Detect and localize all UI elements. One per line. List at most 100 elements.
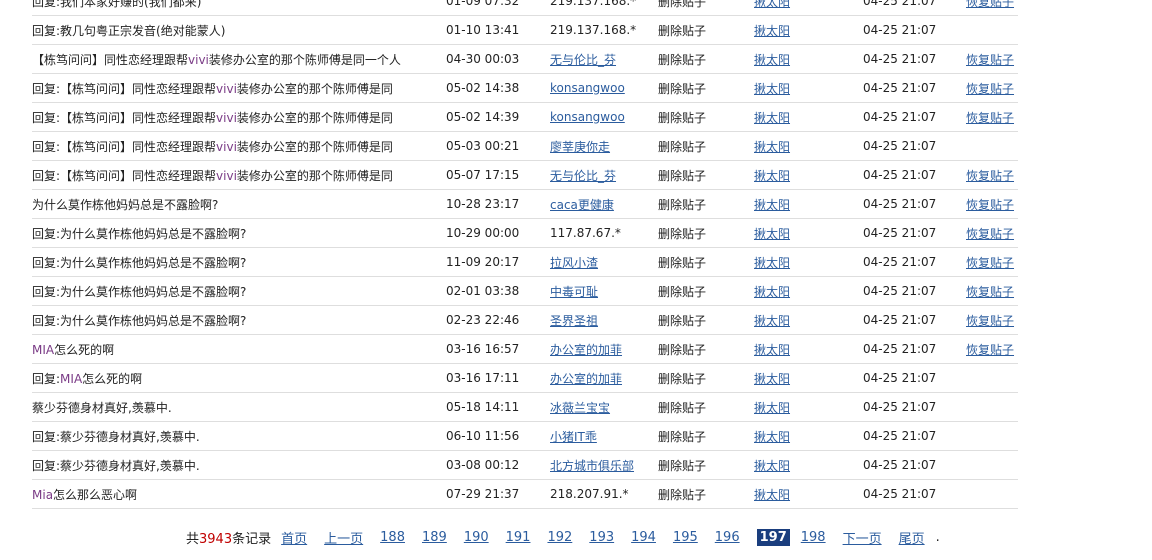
operator-link[interactable]: 揪太阳 xyxy=(754,256,790,270)
post-author[interactable]: 无与伦比_芬 xyxy=(550,169,616,183)
post-author[interactable]: 中毒可耻 xyxy=(550,285,598,299)
action-label: 删除贴子 xyxy=(658,284,707,299)
highlighted-term: Mia xyxy=(32,487,54,502)
post-author[interactable]: konsangwoo xyxy=(550,81,625,95)
restore-post-link[interactable]: 恢复贴子 xyxy=(966,314,1014,328)
restore-post-link[interactable]: 恢复贴子 xyxy=(966,111,1014,125)
post-author[interactable]: 拉风小渣 xyxy=(550,256,598,270)
restore-post-link[interactable]: 恢复贴子 xyxy=(966,343,1014,357)
post-author[interactable]: 办公室的加菲 xyxy=(550,343,622,357)
table-row: Mia怎么那么恶心啊 07-29 21:37 218.207.91.* 删除贴子 揪太阳… xyxy=(32,479,1018,509)
restore-post-link[interactable]: 恢复贴子 xyxy=(966,227,1014,241)
post-author[interactable]: 无与伦比_芬 xyxy=(550,53,616,67)
operation-time-cell: 04-25 21:07 xyxy=(863,102,966,132)
restore-post-link[interactable]: 恢复贴子 xyxy=(966,0,1014,9)
post-author-cell: 办公室的加菲 xyxy=(550,363,658,393)
pager-tail: . xyxy=(935,529,940,545)
operator-link-cell: 揪太阳 xyxy=(754,131,863,161)
table-row: 回复:为什么莫作栋他妈妈总是不露脸啊? 10-29 00:00 117.87.67.… xyxy=(32,218,1018,248)
operator-link[interactable]: 揪太阳 xyxy=(754,488,790,502)
restore-post-link[interactable]: 恢复贴子 xyxy=(966,285,1014,299)
operator-link[interactable]: 揪太阳 xyxy=(754,82,790,96)
action-label: 删除贴子 xyxy=(658,168,707,183)
operator-link[interactable]: 揪太阳 xyxy=(754,111,790,125)
page-link[interactable]: 194 xyxy=(631,530,656,545)
page-link[interactable]: 193 xyxy=(589,530,614,545)
page-links-after: 198 xyxy=(801,530,843,545)
restore-post-link[interactable]: 恢复贴子 xyxy=(966,198,1014,212)
post-title: 回复:【栋笃问问】同性恋经理跟帮vivi装修办公室的那个陈师傅是同 xyxy=(32,81,393,96)
restore-post-link-cell xyxy=(966,15,1018,45)
operation-time-cell: 04-25 21:07 xyxy=(863,44,966,74)
table-row: MIA怎么死的啊 03-16 16:57 办公室的加菲 删除贴子 揪太阳 04-25 21… xyxy=(32,334,1018,364)
operator-link[interactable]: 揪太阳 xyxy=(754,314,790,328)
page-link[interactable]: 192 xyxy=(547,530,572,545)
operator-link[interactable]: 揪太阳 xyxy=(754,343,790,357)
operator-link-cell: 揪太阳 xyxy=(754,0,863,16)
page-link[interactable]: 195 xyxy=(673,530,698,545)
post-time: 05-02 14:38 xyxy=(446,81,520,95)
table-row: 回复:【栋笃问问】同性恋经理跟帮vivi装修办公室的那个陈师傅是同 05-02 1… xyxy=(32,73,1018,103)
restore-post-link[interactable]: 恢复贴子 xyxy=(966,82,1014,96)
page-link[interactable]: 198 xyxy=(801,530,826,545)
operator-link-cell: 揪太阳 xyxy=(754,160,863,190)
operator-link-cell: 揪太阳 xyxy=(754,363,863,393)
post-time-cell: 04-30 00:03 xyxy=(446,44,550,74)
restore-post-link[interactable]: 恢复贴子 xyxy=(966,169,1014,183)
prev-page-link[interactable]: 上一页 xyxy=(324,528,363,547)
operator-link[interactable]: 揪太阳 xyxy=(754,459,790,473)
post-title: 回复:MIA怎么死的啊 xyxy=(32,371,143,386)
operator-link[interactable]: 揪太阳 xyxy=(754,430,790,444)
post-time-cell: 02-23 22:46 xyxy=(446,305,550,335)
operator-link[interactable]: 揪太阳 xyxy=(754,53,790,67)
page-link[interactable]: 188 xyxy=(380,530,405,545)
page-link[interactable]: 189 xyxy=(422,530,447,545)
post-author: 117.87.67.* xyxy=(550,226,621,240)
operator-link[interactable]: 揪太阳 xyxy=(754,169,790,183)
post-title-cell: 回复:蔡少芬德身材真好,羡慕中. xyxy=(32,421,446,451)
post-author[interactable]: 北方城市俱乐部 xyxy=(550,459,634,473)
post-author-cell: 小猪IT乖 xyxy=(550,421,658,451)
operator-link[interactable]: 揪太阳 xyxy=(754,198,790,212)
action-label-cell: 删除贴子 xyxy=(658,160,754,190)
operator-link[interactable]: 揪太阳 xyxy=(754,372,790,386)
restore-post-link[interactable]: 恢复贴子 xyxy=(966,256,1014,270)
post-author[interactable]: 小猪IT乖 xyxy=(550,430,597,444)
post-author[interactable]: 办公室的加菲 xyxy=(550,372,622,386)
action-label-cell: 删除贴子 xyxy=(658,218,754,248)
post-time-cell: 01-10 13:41 xyxy=(446,15,550,45)
post-author[interactable]: 廖莘庚你走 xyxy=(550,140,610,154)
operator-link[interactable]: 揪太阳 xyxy=(754,0,790,9)
operation-time: 04-25 21:07 xyxy=(863,255,937,269)
table-row: 【栋笃问问】同性恋经理跟帮vivi装修办公室的那个陈师傅是同一个人 04-30 0… xyxy=(32,44,1018,74)
last-page-link[interactable]: 尾页 xyxy=(899,528,925,547)
page-link[interactable]: 190 xyxy=(464,530,489,545)
operator-link[interactable]: 揪太阳 xyxy=(754,140,790,154)
action-label: 删除贴子 xyxy=(658,139,707,154)
post-author[interactable]: 圣界圣祖 xyxy=(550,314,598,328)
post-author: 218.207.91.* xyxy=(550,487,629,501)
operation-time-cell: 04-25 21:07 xyxy=(863,189,966,219)
highlighted-term: vivi xyxy=(188,52,209,67)
operation-time: 04-25 21:07 xyxy=(863,371,937,385)
operator-link[interactable]: 揪太阳 xyxy=(754,285,790,299)
restore-post-link-cell xyxy=(966,479,1018,509)
operator-link[interactable]: 揪太阳 xyxy=(754,227,790,241)
operator-link[interactable]: 揪太阳 xyxy=(754,24,790,38)
restore-post-link-cell: 恢复贴子 xyxy=(966,44,1018,74)
first-page-link[interactable]: 首页 xyxy=(281,528,307,547)
action-label: 删除贴子 xyxy=(658,197,707,212)
next-page-link[interactable]: 下一页 xyxy=(843,528,882,547)
restore-post-link[interactable]: 恢复贴子 xyxy=(966,53,1014,67)
operator-link[interactable]: 揪太阳 xyxy=(754,401,790,415)
post-time: 05-02 14:39 xyxy=(446,110,520,124)
operation-time: 04-25 21:07 xyxy=(863,313,937,327)
post-author[interactable]: caca更健康 xyxy=(550,198,614,212)
post-author[interactable]: 冰薇兰宝宝 xyxy=(550,401,610,415)
operation-time-cell: 04-25 21:07 xyxy=(863,218,966,248)
operation-time: 04-25 21:07 xyxy=(863,52,937,66)
page-link[interactable]: 191 xyxy=(506,530,531,545)
page-link[interactable]: 196 xyxy=(715,530,740,545)
post-author[interactable]: konsangwoo xyxy=(550,110,625,124)
post-time-cell: 11-09 20:17 xyxy=(446,247,550,277)
